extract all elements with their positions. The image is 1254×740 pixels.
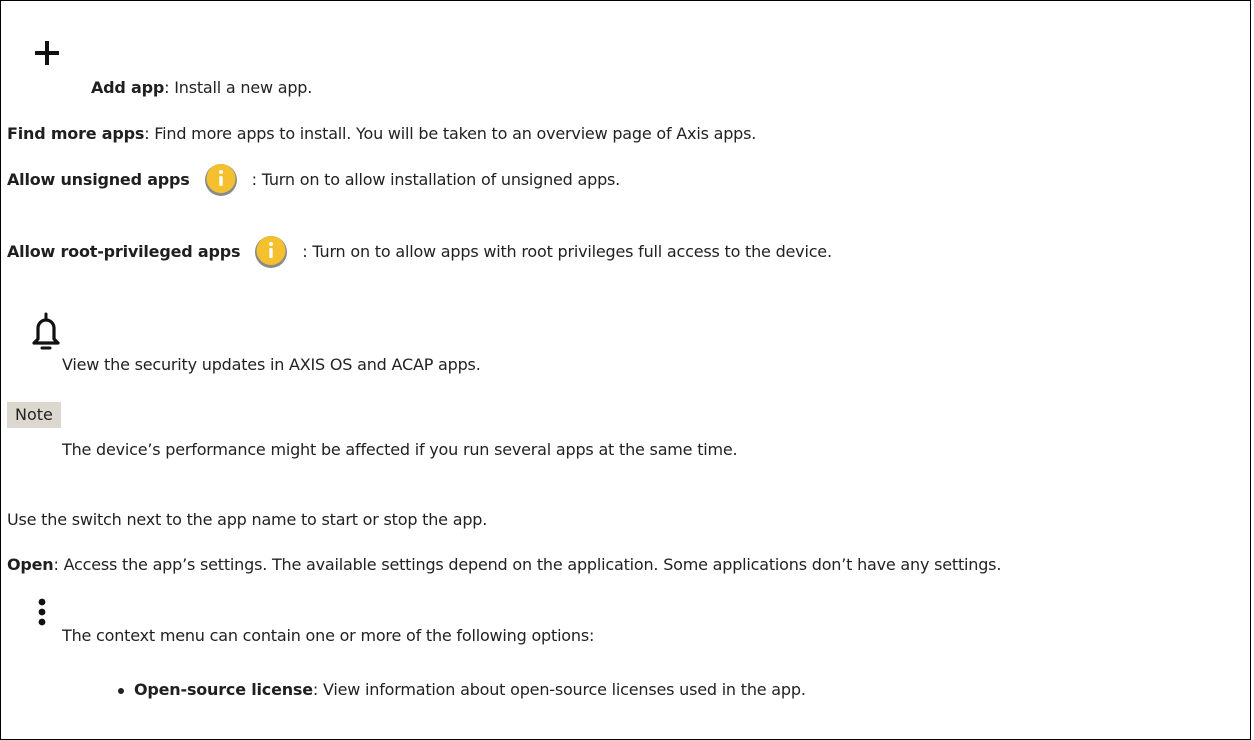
info-icon bbox=[204, 164, 237, 196]
allow-unsigned-desc: : Turn on to allow installation of unsig… bbox=[251, 170, 621, 189]
allow-root-line: Allow root-privileged apps : Turn on to … bbox=[7, 232, 832, 272]
add-app-desc: : Install a new app. bbox=[164, 78, 313, 97]
find-more-apps-line: Find more apps: Find more apps to instal… bbox=[7, 124, 756, 144]
security-updates-text: View the security updates in AXIS OS and… bbox=[62, 355, 481, 374]
allow-root-label: Allow root-privileged apps bbox=[7, 242, 241, 261]
allow-unsigned-line: Allow unsigned apps : Turn on to allow i… bbox=[7, 160, 620, 200]
bell-icon[interactable] bbox=[31, 312, 61, 352]
open-label: Open bbox=[7, 555, 54, 574]
allow-unsigned-label: Allow unsigned apps bbox=[7, 170, 190, 189]
add-app-line: Add app: Install a new app. bbox=[91, 78, 312, 98]
open-source-license-desc: : View information about open-source lic… bbox=[312, 680, 806, 699]
add-app-label: Add app bbox=[91, 78, 165, 97]
allow-root-desc: : Turn on to allow apps with root privil… bbox=[302, 242, 832, 261]
note-text: The device’s performance might be affect… bbox=[62, 440, 738, 459]
open-desc: : Access the app’s settings. The availab… bbox=[53, 555, 1002, 574]
note-label: Note bbox=[7, 402, 61, 428]
find-more-apps-desc: : Find more apps to install. You will be… bbox=[144, 124, 757, 143]
switch-text: Use the switch next to the app name to s… bbox=[7, 510, 488, 529]
more-vertical-icon[interactable] bbox=[36, 598, 48, 628]
open-line: Open: Access the app’s settings. The ava… bbox=[7, 555, 1001, 575]
info-icon bbox=[255, 236, 288, 268]
open-source-license-label: Open-source license bbox=[134, 680, 313, 699]
find-more-apps-label: Find more apps bbox=[7, 124, 145, 143]
plus-icon[interactable] bbox=[34, 40, 60, 66]
list-bullet bbox=[118, 688, 124, 694]
context-menu-text: The context menu can contain one or more… bbox=[62, 626, 595, 645]
list-item: Open-source license: View information ab… bbox=[134, 680, 806, 700]
